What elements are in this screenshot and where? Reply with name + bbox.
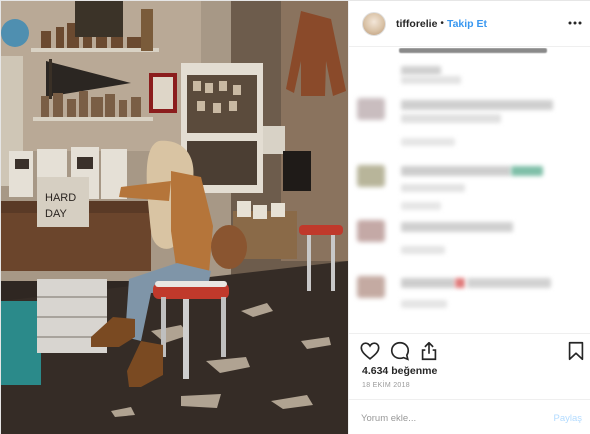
- add-comment-bar: Paylaş: [349, 399, 590, 434]
- post-side-panel: tifforelie • Takip Et 4.634 beğenme 18 E…: [348, 1, 590, 434]
- svg-text:HARD: HARD: [45, 192, 76, 204]
- share-icon[interactable]: [418, 340, 440, 362]
- blurred-avatar: [357, 276, 385, 298]
- blurred-text: [401, 76, 461, 84]
- blurred-emoji: [455, 278, 465, 288]
- blurred-comment: [401, 166, 511, 176]
- user-avatar[interactable]: [362, 11, 386, 36]
- bookmark-icon[interactable]: [565, 340, 587, 362]
- svg-text:DAY: DAY: [45, 208, 67, 220]
- follow-button[interactable]: Takip Et: [447, 18, 487, 30]
- post-comment-button[interactable]: Paylaş: [553, 413, 582, 424]
- comment-input[interactable]: [361, 408, 541, 428]
- username-link[interactable]: tifforelie: [396, 18, 437, 30]
- blurred-comment: [401, 114, 501, 123]
- blurred-comment: [401, 278, 455, 288]
- heart-icon[interactable]: [359, 340, 381, 362]
- blurred-avatar: [357, 220, 385, 242]
- blurred-avatar: [357, 165, 385, 187]
- separator-dot: •: [440, 18, 444, 29]
- instagram-post: HARD DAY tifforelie • Takip Et 4.634 beğ…: [0, 0, 590, 434]
- blurred-comment: [401, 138, 455, 146]
- blurred-comment: [401, 100, 553, 110]
- blurred-comment: [401, 246, 445, 254]
- blurred-comment: [401, 202, 441, 210]
- comments-list[interactable]: [349, 48, 590, 331]
- blurred-comment: [467, 278, 551, 288]
- blurred-text: [401, 66, 441, 75]
- post-photo[interactable]: HARD DAY: [1, 1, 348, 434]
- blurred-emoji: [511, 166, 543, 176]
- likes-count[interactable]: 4.634 beğenme: [362, 365, 437, 377]
- caption-cutoff-text: [399, 48, 547, 53]
- post-date[interactable]: 18 EKİM 2018: [362, 382, 410, 389]
- comment-bubble-icon[interactable]: [389, 340, 411, 362]
- more-options-icon[interactable]: [568, 16, 582, 30]
- blurred-comment: [401, 300, 447, 308]
- post-actions: [349, 333, 590, 363]
- blurred-comment: [401, 222, 513, 232]
- post-header: tifforelie • Takip Et: [349, 1, 590, 47]
- record-shop-photo: HARD DAY: [1, 1, 348, 434]
- blurred-comment: [401, 184, 465, 192]
- blurred-avatar: [357, 98, 385, 120]
